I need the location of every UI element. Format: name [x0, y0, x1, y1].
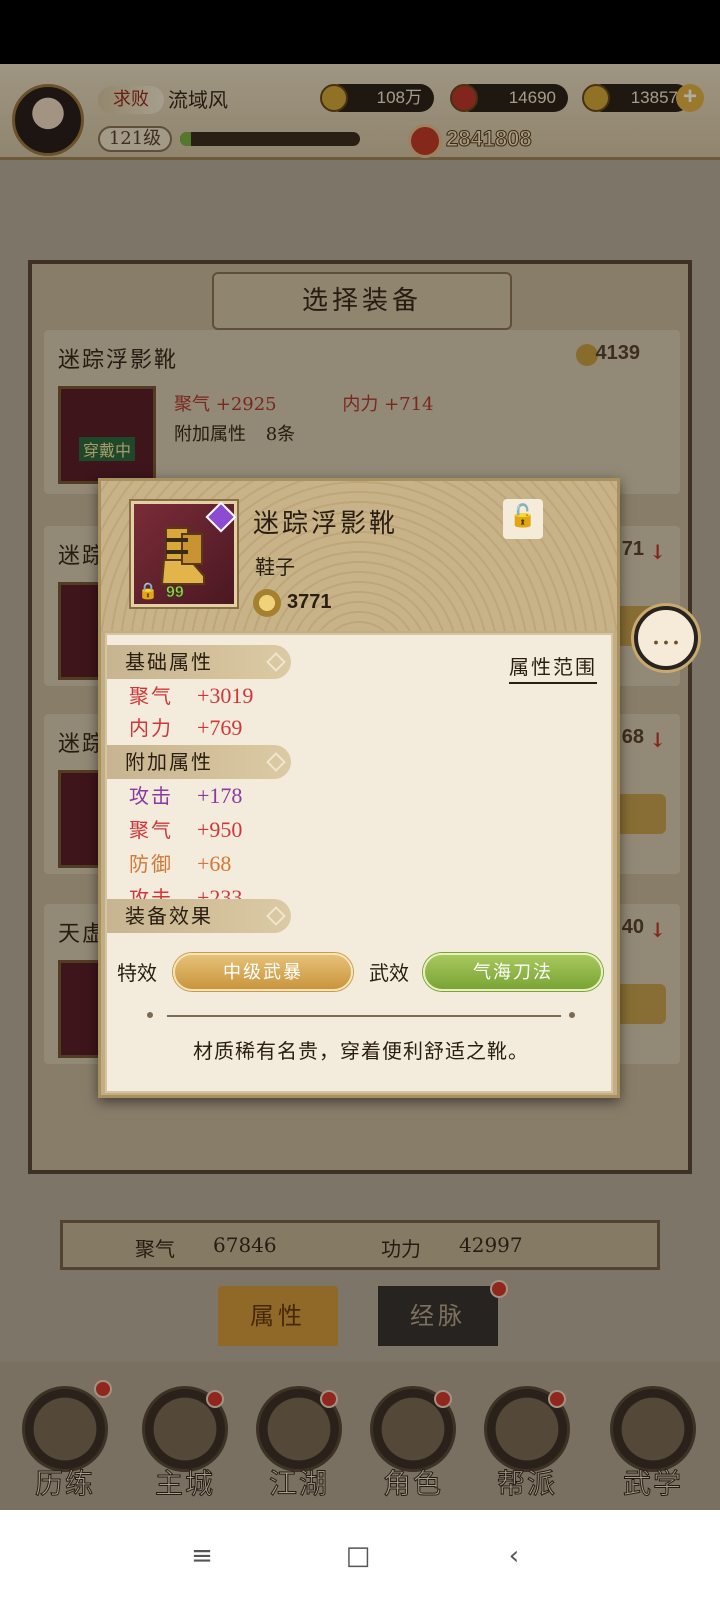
divider [167, 1015, 561, 1017]
stat-value: +178 [197, 783, 243, 808]
extra-stat-row: 聚气 +950 [129, 815, 242, 845]
chat-button[interactable]: … [634, 606, 698, 670]
diamond-icon [266, 652, 286, 672]
section-header-extra: 附加属性 [107, 745, 291, 779]
item-level: 99 [166, 584, 184, 602]
item-name: 迷踪浮影靴 [253, 509, 399, 539]
section-header-effect: 装备效果 [107, 899, 291, 933]
modal-body: 基础属性 属性范围 聚气 +3019 内力 +769 附加属性 攻击 +178 聚气 +… [105, 633, 613, 1093]
stat-label: 聚气 [129, 684, 173, 708]
item-power: 3771 [287, 591, 332, 613]
status-bar [0, 0, 720, 64]
stat-label: 内力 [129, 716, 173, 740]
item-type: 鞋子 [255, 555, 295, 579]
base-stat-row: 聚气 +3019 [129, 681, 253, 711]
extra-stat-row: 防御 +68 [129, 849, 231, 879]
equipment-detail-modal: 🔒 99 迷踪浮影靴 鞋子 3771 🔓 基础属性 属性范围 聚气 +3019 内… [98, 478, 620, 1098]
base-stat-row: 内力 +769 [129, 713, 242, 743]
boot-icon [160, 527, 205, 585]
stat-label: 攻击 [129, 784, 173, 808]
special-effect-label: 特效 [117, 961, 157, 985]
chat-icon: … [651, 617, 681, 652]
stat-value: +950 [197, 817, 243, 842]
modal-header: 🔒 99 迷踪浮影靴 鞋子 3771 🔓 [101, 481, 617, 631]
special-effect-badge[interactable]: 中级武暴 [173, 953, 353, 991]
divider-dot [147, 1012, 153, 1018]
attribute-range-link[interactable]: 属性范围 [509, 651, 597, 684]
stat-value: +68 [197, 851, 232, 876]
stat-value: +769 [197, 715, 243, 740]
diamond-icon [266, 906, 286, 926]
martial-effect-badge[interactable]: 气海刀法 [423, 953, 603, 991]
power-icon [253, 589, 281, 617]
stat-label: 聚气 [129, 818, 173, 842]
section-header-base: 基础属性 [107, 645, 291, 679]
section-title: 装备效果 [125, 904, 213, 928]
martial-effect-label: 武效 [369, 961, 409, 985]
divider-dot [569, 1012, 575, 1018]
lock-toggle-button[interactable]: 🔓 [503, 499, 543, 539]
section-title: 附加属性 [125, 750, 213, 774]
stat-value: +3019 [197, 683, 254, 708]
lock-icon: 🔒 [138, 581, 158, 600]
item-icon: 🔒 99 [131, 501, 237, 607]
menu-icon[interactable]: ≡ [182, 1538, 222, 1574]
extra-stat-row: 攻击 +178 [129, 781, 242, 811]
section-title: 基础属性 [125, 650, 213, 674]
home-icon[interactable]: □ [338, 1538, 378, 1574]
item-description: 材质稀有名贵，穿着便利舒适之靴。 [193, 1039, 529, 1063]
back-icon[interactable]: ‹ [494, 1538, 534, 1574]
stat-label: 防御 [129, 852, 173, 876]
diamond-icon [266, 752, 286, 772]
system-nav-bar: ≡ □ ‹ [0, 1510, 720, 1601]
